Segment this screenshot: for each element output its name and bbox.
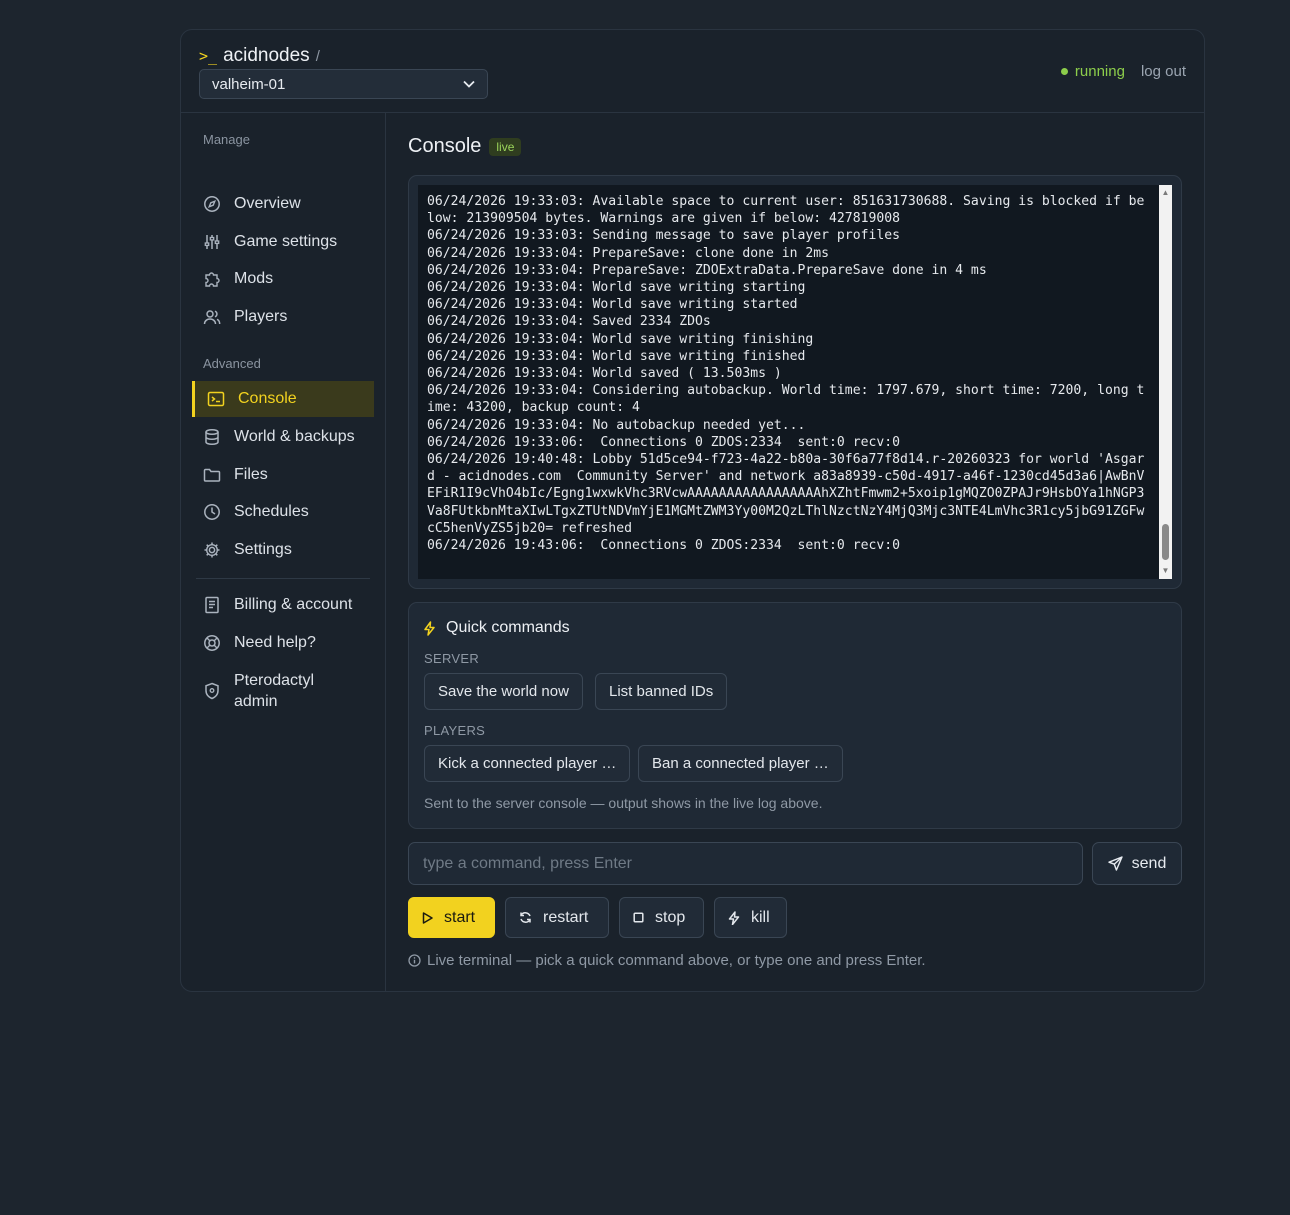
command-input[interactable] (408, 842, 1083, 885)
sidebar-item-pterodactyl-admin[interactable]: Pterodactyl admin (192, 668, 374, 714)
sidebar-item-label: Billing & account (234, 596, 353, 613)
sidebar-item-label: Files (234, 466, 268, 483)
sidebar-item-label: Pterodactyl admin (234, 672, 315, 710)
lightning-icon (423, 620, 436, 636)
status-area: running log out (1060, 63, 1186, 80)
sidebar-item-game-settings[interactable]: Game settings (192, 224, 374, 260)
sidebar-item-label: Schedules (234, 503, 309, 520)
logout-link[interactable]: log out (1141, 63, 1186, 80)
console-header: Console live (408, 135, 522, 158)
stop-square-icon (633, 912, 644, 923)
chevron-down-icon (463, 80, 475, 88)
sidebar-item-label: Settings (234, 541, 292, 558)
status-badge: running (1060, 63, 1125, 80)
console-output[interactable]: 06/24/2026 19:33:03: Available space to … (418, 185, 1172, 579)
ban-player-button[interactable]: Ban a connected player … (638, 745, 843, 782)
sidebar-item-world-backups[interactable]: World & backups (192, 419, 374, 455)
gear-icon (203, 541, 221, 559)
compass-icon (203, 195, 221, 213)
console-scrollbar[interactable]: ▲ ▼ (1159, 185, 1172, 579)
quick-commands-panel: Quick commands SERVER Save the world now… (408, 602, 1182, 829)
sidebar-item-label: Console (238, 390, 297, 407)
brand-name[interactable]: acidnodes (223, 45, 310, 67)
live-badge: live (489, 137, 522, 156)
shield-icon (203, 682, 221, 700)
terminal-prompt-logo: >_ (199, 47, 218, 65)
console-hint-text: Live terminal — pick a quick command abo… (427, 952, 926, 969)
refresh-icon (519, 911, 532, 924)
sidebar-item-label: Overview (234, 195, 301, 212)
stop-button[interactable]: stop (619, 897, 704, 938)
start-label: start (444, 908, 476, 926)
brand: >_ acidnodes / (199, 45, 320, 67)
sidebar-item-help[interactable]: Need help? (192, 625, 374, 661)
sidebar-section-manage: Manage (203, 132, 250, 147)
sidebar-item-mods[interactable]: Mods (192, 261, 374, 297)
kill-button[interactable]: kill (714, 897, 787, 938)
scroll-up-arrow-icon[interactable]: ▲ (1159, 187, 1172, 199)
brand-separator: / (315, 48, 320, 65)
scrollbar-thumb[interactable] (1162, 524, 1169, 560)
app-card: >_ acidnodes / valheim-01 running log ou… (180, 29, 1205, 992)
top-bar: >_ acidnodes / valheim-01 running log ou… (181, 30, 1204, 113)
console-hint: Live terminal — pick a quick command abo… (408, 952, 926, 969)
restart-label: restart (543, 908, 589, 926)
sidebar-section-advanced: Advanced (203, 356, 261, 371)
sidebar-item-billing[interactable]: Billing & account (192, 587, 374, 623)
send-label: send (1131, 854, 1167, 872)
quick-commands-note: Sent to the server console — output show… (424, 795, 823, 811)
info-icon (408, 954, 421, 967)
sidebar-item-label: Need help? (234, 634, 316, 651)
send-button[interactable]: send (1092, 842, 1182, 885)
lifebuoy-icon (203, 634, 221, 652)
database-icon (203, 428, 221, 446)
page-title: Console (408, 135, 482, 157)
server-select-value: valheim-01 (212, 75, 286, 93)
receipt-icon (203, 596, 221, 614)
sidebar-divider (196, 578, 370, 579)
main-content: Console live 06/24/2026 19:33:03: Availa… (387, 113, 1204, 991)
status-text: running (1074, 63, 1125, 80)
kick-player-button[interactable]: Kick a connected player … (424, 745, 631, 782)
sidebar-item-label: World & backups (234, 428, 355, 445)
console-log-text: 06/24/2026 19:33:03: Available space to … (427, 194, 1145, 554)
server-select[interactable]: valheim-01 (199, 69, 488, 99)
send-icon (1107, 856, 1123, 871)
sidebar-item-label: Players (234, 308, 288, 325)
sidebar-item-settings[interactable]: Settings (192, 532, 374, 568)
start-button[interactable]: start (408, 897, 495, 938)
server-group-label: SERVER (424, 651, 480, 666)
sidebar-item-overview[interactable]: Overview (192, 186, 374, 222)
console-panel: 06/24/2026 19:33:03: Available space to … (408, 175, 1182, 589)
terminal-icon (207, 390, 225, 408)
sidebar-item-players[interactable]: Players (192, 299, 374, 335)
stop-label: stop (655, 908, 686, 926)
users-icon (203, 308, 221, 326)
lightning-icon (728, 910, 740, 925)
quick-commands-header: Quick commands (423, 619, 570, 637)
sidebar-item-label: Game settings (234, 233, 338, 250)
scroll-down-arrow-icon[interactable]: ▼ (1159, 565, 1172, 577)
status-dot-icon (1060, 68, 1068, 75)
quick-commands-title: Quick commands (446, 619, 570, 636)
restart-button[interactable]: restart (505, 897, 609, 938)
sidebar-item-schedules[interactable]: Schedules (192, 494, 374, 530)
puzzle-icon (203, 270, 221, 288)
folder-icon (203, 466, 221, 484)
list-banned-button[interactable]: List banned IDs (595, 673, 728, 710)
players-group-label: PLAYERS (424, 723, 486, 738)
sidebar: Manage Overview Game settings Mods Playe… (181, 113, 386, 991)
kill-label: kill (751, 908, 770, 926)
clock-icon (203, 503, 221, 521)
sidebar-item-label: Mods (234, 270, 274, 287)
sidebar-item-console[interactable]: Console (192, 381, 374, 417)
sidebar-item-files[interactable]: Files (192, 457, 374, 493)
save-world-button[interactable]: Save the world now (424, 673, 583, 710)
sliders-icon (203, 233, 221, 251)
play-icon (422, 911, 433, 924)
